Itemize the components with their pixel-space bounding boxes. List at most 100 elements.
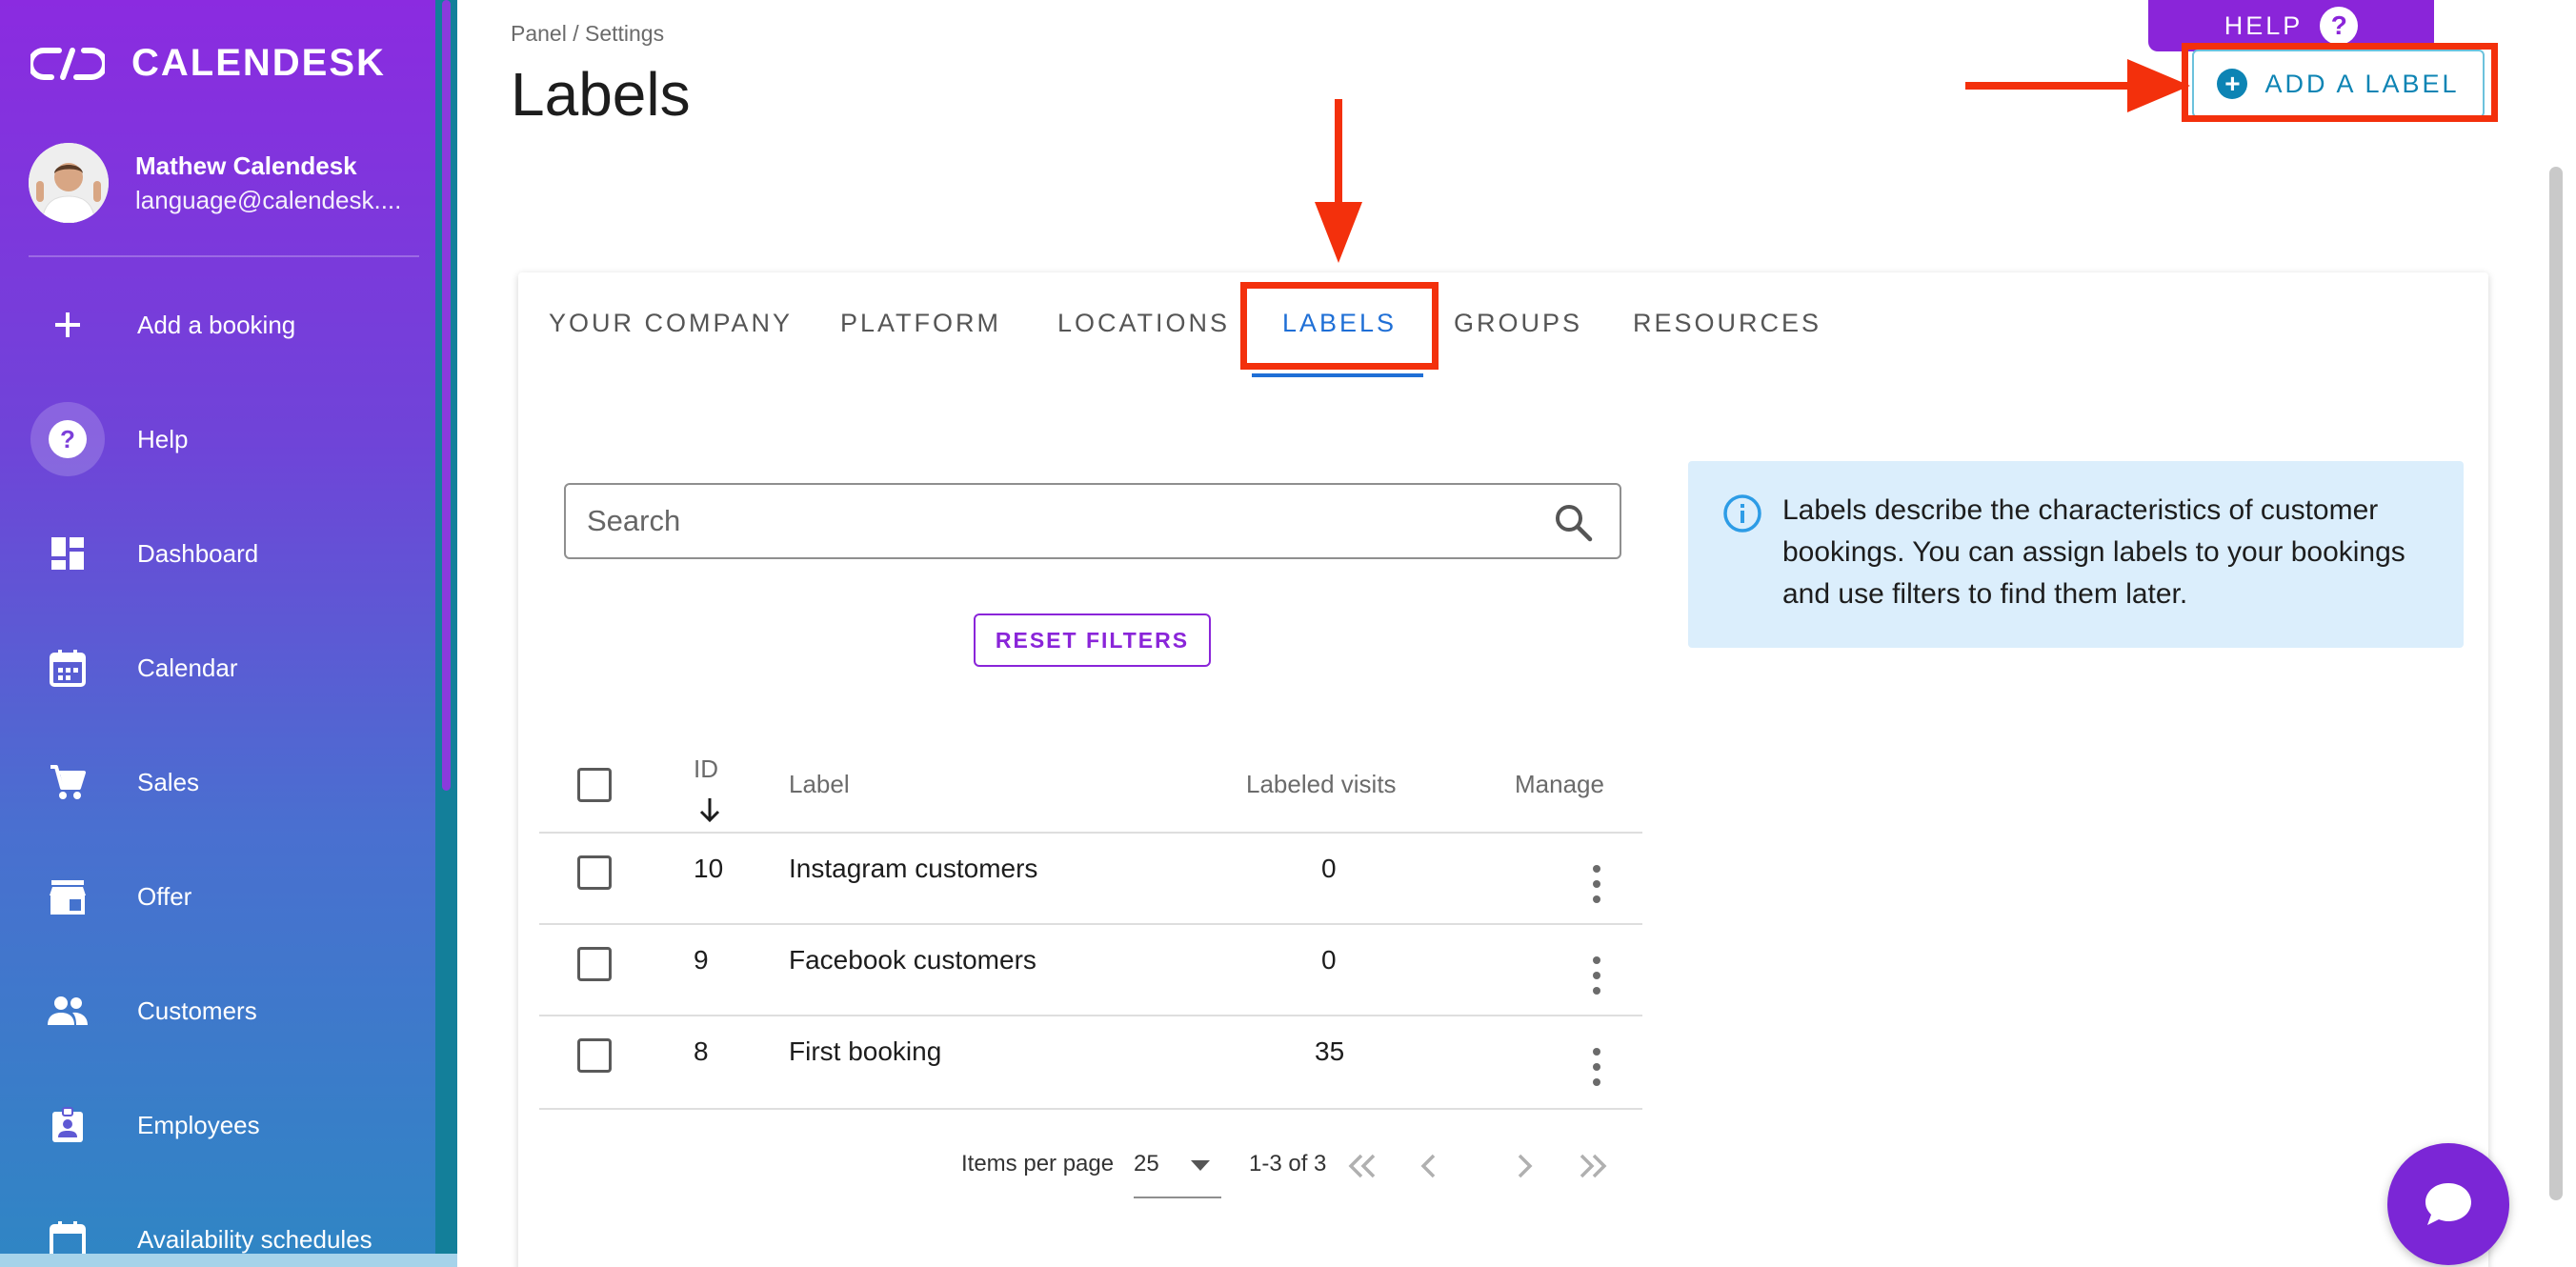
sidebar: CALENDESK Mathew Calendesk language@cale… xyxy=(0,0,457,1267)
sidebar-item-label: Add a booking xyxy=(137,310,296,339)
chevrons-right-icon xyxy=(1580,1154,1607,1178)
sidebar-item-label: Customers xyxy=(137,996,257,1025)
row-id: 10 xyxy=(694,854,724,883)
annotation-highlight-labels-tab xyxy=(1240,282,1439,370)
avatar-person-icon xyxy=(29,143,109,223)
pagination-range: 1-3 of 3 xyxy=(1249,1151,1327,1176)
items-per-page-value: 25 xyxy=(1134,1151,1159,1176)
last-page-button[interactable] xyxy=(1574,1147,1612,1185)
row-id: 8 xyxy=(694,1036,709,1066)
sidebar-item-label: Sales xyxy=(137,767,200,796)
row-label: First booking xyxy=(789,1036,942,1066)
caret-down-icon xyxy=(1191,1160,1210,1171)
column-header-manage: Manage xyxy=(1515,770,1604,798)
row-checkbox[interactable] xyxy=(577,947,612,981)
chevron-right-icon xyxy=(1518,1154,1533,1178)
tab-groups[interactable]: GROUPS xyxy=(1454,309,1582,338)
sidebar-divider xyxy=(29,255,419,257)
sidebar-item-label: Employees xyxy=(137,1110,260,1139)
row-label: Instagram customers xyxy=(789,854,1038,883)
question-icon: ? xyxy=(2320,7,2359,45)
sidebar-item-offer[interactable]: Offer xyxy=(0,854,435,939)
sidebar-item-dashboard[interactable]: Dashboard xyxy=(0,511,435,596)
breadcrumb: Panel / Settings xyxy=(511,21,665,46)
brand-name: CALENDESK xyxy=(131,42,386,84)
row-visits: 0 xyxy=(1321,945,1337,975)
sidebar-item-customers[interactable]: Customers xyxy=(0,968,435,1054)
items-per-page-label: Items per page xyxy=(961,1151,1115,1176)
table-divider xyxy=(539,923,1642,925)
column-header-id[interactable]: ID xyxy=(694,754,718,784)
row-checkbox[interactable] xyxy=(577,1038,612,1073)
sidebar-item-add-booking[interactable]: Add a booking xyxy=(0,282,435,368)
sidebar-item-sales[interactable]: Sales xyxy=(0,739,435,825)
tab-resources[interactable]: RESOURCES xyxy=(1633,309,1821,338)
user-profile[interactable]: Mathew Calendesk language@calendesk.... xyxy=(29,143,401,223)
people-icon xyxy=(30,974,105,1048)
svg-text:?: ? xyxy=(60,425,75,453)
avatar xyxy=(29,143,109,223)
sidebar-bottom-bar xyxy=(0,1254,457,1267)
chat-bubble-icon xyxy=(2425,1183,2471,1225)
cart-icon xyxy=(30,745,105,819)
user-email: language@calendesk.... xyxy=(135,186,402,214)
row-visits: 35 xyxy=(1315,1036,1345,1066)
sort-arrow-down-icon[interactable] xyxy=(698,796,721,823)
items-per-page-select[interactable]: 25 xyxy=(1134,1139,1221,1198)
sidebar-item-label: Help xyxy=(137,424,189,453)
row-visits: 0 xyxy=(1321,854,1337,883)
table-divider xyxy=(539,1108,1642,1110)
search-icon[interactable] xyxy=(1553,502,1593,542)
sidebar-item-label: Availability schedules xyxy=(137,1224,372,1254)
brand[interactable]: CALENDESK xyxy=(30,42,386,85)
sidebar-item-help[interactable]: ? Help xyxy=(0,396,435,482)
sidebar-item-label: Calendar xyxy=(137,653,238,682)
sidebar-scrollbar[interactable] xyxy=(435,0,457,1267)
sidebar-item-calendar[interactable]: Calendar xyxy=(0,625,435,711)
chat-button[interactable] xyxy=(2387,1143,2509,1265)
sidebar-item-label: Dashboard xyxy=(137,538,259,568)
chevron-left-icon xyxy=(1420,1154,1436,1178)
search-input[interactable] xyxy=(587,485,1520,557)
main-scrollbar[interactable] xyxy=(2549,167,2563,1200)
plus-icon xyxy=(30,288,105,362)
sidebar-scrollbar-thumb[interactable] xyxy=(442,0,451,791)
table-divider xyxy=(539,1015,1642,1016)
info-alert: Labels describe the characteristics of c… xyxy=(1688,461,2464,648)
active-tab-indicator xyxy=(1252,373,1423,377)
table-divider xyxy=(539,832,1642,834)
select-all-checkbox[interactable] xyxy=(577,768,612,802)
dashboard-icon xyxy=(30,516,105,591)
help-circle-icon: ? xyxy=(30,402,105,476)
info-text: Labels describe the characteristics of c… xyxy=(1782,494,2405,610)
sidebar-item-label: Offer xyxy=(137,881,192,911)
previous-page-button[interactable] xyxy=(1410,1147,1448,1185)
tab-platform[interactable]: PLATFORM xyxy=(840,309,1001,338)
badge-icon xyxy=(30,1088,105,1162)
row-id: 9 xyxy=(694,945,709,975)
annotation-arrow-down-icon xyxy=(1315,99,1362,263)
info-icon xyxy=(1723,494,1761,533)
reset-filters-button[interactable]: RESET FILTERS xyxy=(974,613,1211,667)
annotation-highlight-add-label xyxy=(2182,43,2498,122)
column-header-label[interactable]: Label xyxy=(789,770,850,799)
chevrons-left-icon xyxy=(1348,1154,1376,1178)
calendar-icon xyxy=(30,631,105,705)
sidebar-item-employees[interactable]: Employees xyxy=(0,1082,435,1168)
next-page-button[interactable] xyxy=(1505,1147,1543,1185)
tab-locations[interactable]: LOCATIONS xyxy=(1057,309,1230,338)
search-field[interactable] xyxy=(564,483,1621,559)
kebab-menu-icon[interactable] xyxy=(1591,1048,1602,1086)
column-header-labeled-visits[interactable]: Labeled visits xyxy=(1246,770,1397,799)
calendesk-logo-icon xyxy=(30,47,105,80)
help-button-label: HELP xyxy=(2224,10,2304,40)
row-label: Facebook customers xyxy=(789,945,1036,975)
annotation-arrow-right-icon xyxy=(1965,59,2190,112)
row-checkbox[interactable] xyxy=(577,855,612,890)
user-name: Mathew Calendesk xyxy=(135,151,357,180)
store-icon xyxy=(30,859,105,934)
tab-your-company[interactable]: YOUR COMPANY xyxy=(549,309,793,338)
kebab-menu-icon[interactable] xyxy=(1591,956,1602,995)
first-page-button[interactable] xyxy=(1343,1147,1381,1185)
kebab-menu-icon[interactable] xyxy=(1591,865,1602,903)
